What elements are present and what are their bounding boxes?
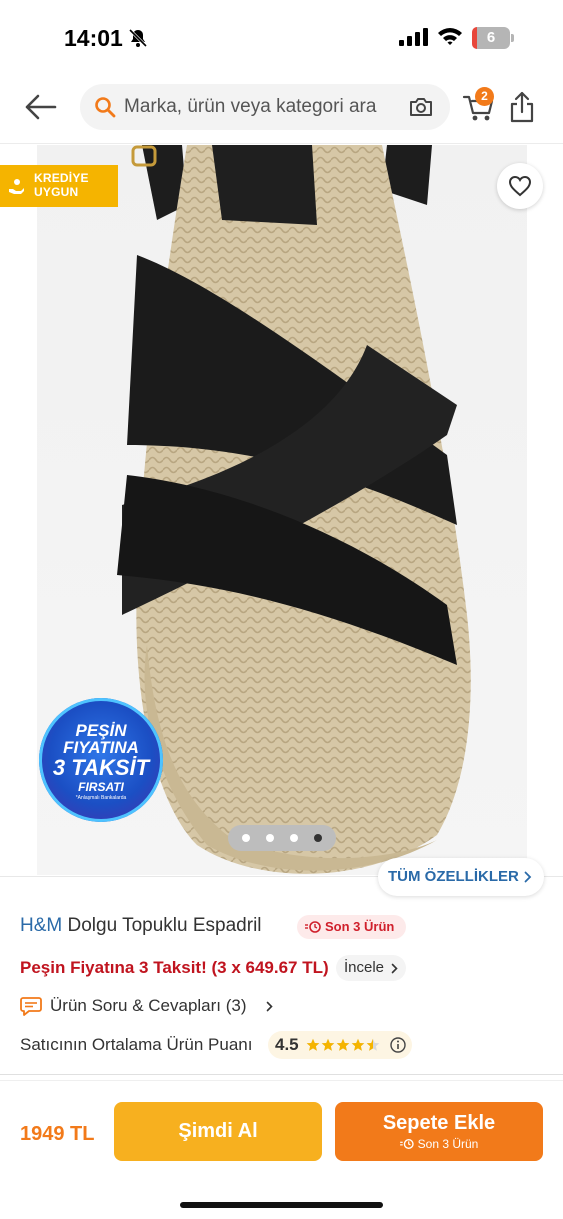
low-stock-text: Son 3 Ürün — [325, 919, 395, 934]
installment-offer: Peşin Fiyatına 3 Taksit! (3 x 649.67 TL) — [20, 958, 329, 977]
battery-icon: 6 — [472, 27, 514, 49]
product-image-gallery[interactable]: KREDİYE UYGUN PEŞİN FIYATINA 3 TAKSİT FI… — [0, 145, 563, 875]
star-icon — [321, 1038, 335, 1051]
star-icon — [306, 1038, 320, 1051]
hand-money-icon — [9, 179, 24, 194]
kredi-badge-line1: KREDİYE — [34, 171, 89, 185]
search-bar[interactable]: Marka, ürün veya kategori ara — [80, 84, 450, 130]
status-bar: 14:01 6 — [0, 0, 563, 78]
back-button[interactable] — [22, 90, 60, 124]
status-time: 14:01 — [64, 25, 123, 51]
camera-search-icon[interactable] — [408, 95, 434, 119]
all-specs-button[interactable]: TÜM ÖZELLİKLER — [378, 858, 544, 896]
promo-small-print: *Anlaşmalı Bankalarda — [75, 795, 127, 801]
seller-rating-box[interactable]: 4.5 — [268, 1031, 412, 1059]
cart-count-badge: 2 — [475, 87, 494, 106]
add-to-cart-sub: Son 3 Ürün — [335, 1137, 543, 1151]
bottom-action-bar: 1949 TL Şimdi Al Sepete Ekle Son 3 Ürün — [0, 1082, 563, 1219]
info-icon[interactable] — [390, 1037, 406, 1053]
divider — [0, 1074, 563, 1075]
heart-icon — [508, 175, 532, 197]
product-title: H&M Dolgu Topuklu Espadril — [20, 914, 262, 938]
incele-label: İncele — [344, 959, 385, 976]
incele-button[interactable]: İncele — [336, 955, 407, 981]
all-specs-label: TÜM ÖZELLİKLER — [388, 868, 519, 885]
pager-dot[interactable] — [266, 834, 274, 842]
add-to-cart-sub-text: Son 3 Ürün — [417, 1137, 479, 1151]
gallery-pager[interactable] — [228, 825, 336, 851]
buy-now-label: Şimdi Al — [178, 1120, 258, 1142]
favorite-button[interactable] — [497, 163, 543, 209]
clock-icon — [399, 1139, 414, 1149]
clock-icon — [305, 921, 321, 933]
bell-off-icon — [128, 28, 148, 48]
chevron-right-icon — [391, 963, 398, 974]
seller-rating-label: Satıcının Ortalama Ürün Puanı — [20, 1035, 253, 1054]
buy-now-button[interactable]: Şimdi Al — [114, 1102, 322, 1161]
kredi-uygun-badge: KREDİYE UYGUN — [0, 165, 118, 207]
chevron-right-icon — [266, 1001, 273, 1012]
arrow-left-icon — [25, 94, 57, 120]
add-to-cart-label: Sepete Ekle — [382, 1112, 496, 1134]
star-icon — [336, 1038, 350, 1051]
pesin-fiyatina-taksit-seal: PEŞİN FIYATINA 3 TAKSİT FIRSATI *Anlaşma… — [39, 698, 163, 822]
product-name: Dolgu Topuklu Espadril — [67, 915, 262, 936]
chat-bubble-icon — [20, 997, 42, 1016]
pager-dot[interactable] — [242, 834, 250, 842]
search-icon — [95, 97, 116, 118]
divider — [0, 1080, 563, 1081]
star-icon — [351, 1038, 365, 1051]
seller-rating-value: 4.5 — [275, 1035, 299, 1054]
product-price: 1949 TL — [20, 1123, 95, 1145]
star-icon — [366, 1038, 380, 1051]
battery-level: 6 — [486, 29, 496, 46]
add-to-cart-button[interactable]: Sepete Ekle Son 3 Ürün — [335, 1102, 543, 1161]
cellular-signal-icon — [399, 28, 428, 46]
promo-line4: FIRSATI — [78, 780, 124, 794]
kredi-badge-line2: UYGUN — [34, 185, 79, 199]
share-icon — [510, 91, 534, 123]
top-navigation: Marka, ürün veya kategori ara 2 — [0, 78, 563, 144]
search-input[interactable]: Marka, ürün veya kategori ara — [124, 84, 404, 130]
wifi-icon — [438, 28, 462, 45]
home-indicator — [180, 1202, 383, 1208]
promo-line3: 3 TAKSİT — [52, 755, 150, 780]
chevron-right-icon — [524, 871, 532, 883]
low-stock-badge: Son 3 Ürün — [297, 915, 407, 939]
qa-label: Ürün Soru & Cevapları (3) — [50, 996, 247, 1015]
pager-dot[interactable] — [290, 834, 298, 842]
pager-dot-active[interactable] — [314, 834, 322, 842]
brand-name[interactable]: H&M — [20, 915, 62, 936]
share-button[interactable] — [508, 90, 536, 124]
